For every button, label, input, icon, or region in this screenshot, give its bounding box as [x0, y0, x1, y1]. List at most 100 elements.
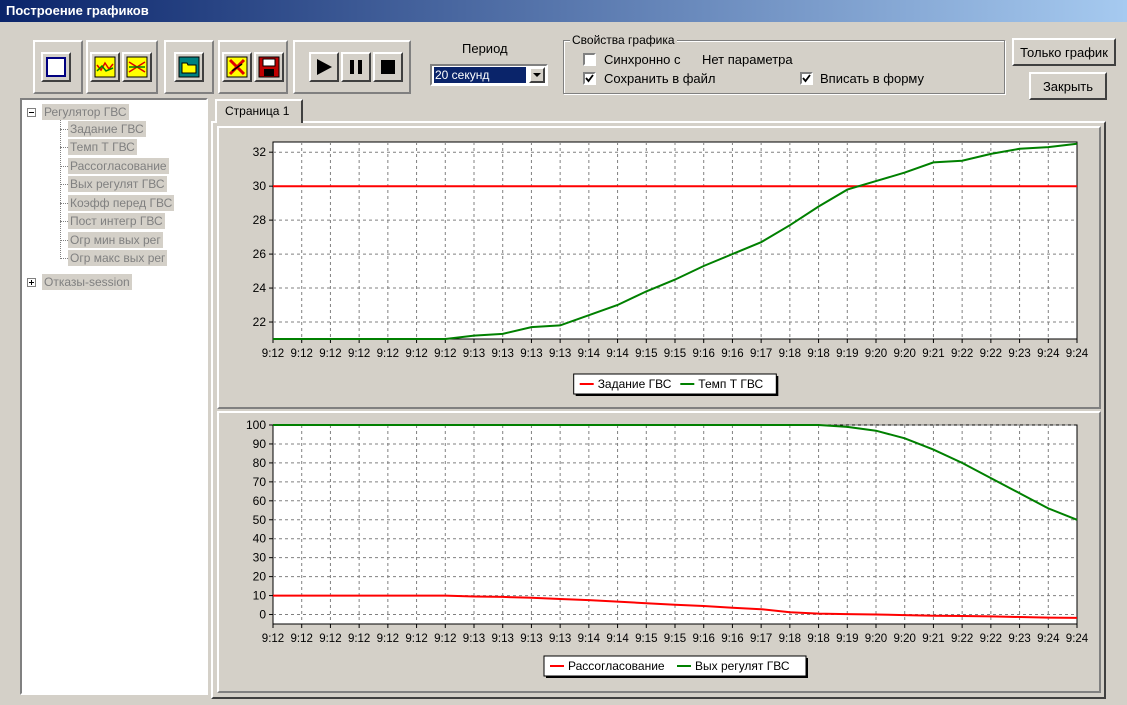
- sync-checkbox[interactable]: [583, 53, 596, 66]
- y-tick-label: 0: [259, 608, 266, 622]
- y-tick-label: 26: [253, 247, 267, 261]
- x-tick-label: 9:18: [807, 633, 829, 645]
- new-chart-button[interactable]: [41, 52, 71, 82]
- x-tick-label: 9:22: [980, 633, 1002, 645]
- chart-wave-icon: [94, 56, 116, 78]
- fit-to-form-checkbox[interactable]: [800, 72, 813, 85]
- save-button[interactable]: [254, 52, 284, 82]
- tree-node-child[interactable]: Огр макс вых рег: [68, 250, 168, 266]
- tree-node-child[interactable]: Рассогласование: [68, 158, 169, 174]
- tree-node-child[interactable]: Коэфф перед ГВС: [68, 195, 175, 211]
- tree-node-child[interactable]: Темп Т ГВС: [68, 139, 137, 155]
- legend-label: Темп Т ГВС: [698, 377, 763, 391]
- y-tick-label: 40: [253, 532, 267, 546]
- x-tick-label: 9:16: [721, 633, 743, 645]
- stop-icon: [381, 60, 395, 74]
- open-button[interactable]: [174, 52, 204, 82]
- play-button[interactable]: [309, 52, 339, 82]
- period-dropdown-button[interactable]: [529, 67, 545, 83]
- y-tick-label: 80: [253, 456, 267, 470]
- toolbar-group-new: [33, 40, 83, 94]
- x-tick-label: 9:18: [779, 348, 801, 360]
- delete-chart-button[interactable]: [222, 52, 252, 82]
- check-icon: [802, 74, 811, 83]
- x-tick-label: 9:18: [779, 633, 801, 645]
- x-tick-label: 9:13: [549, 633, 571, 645]
- x-tick-label: 9:20: [894, 348, 916, 360]
- toolbar-group-chart-type: [86, 40, 158, 94]
- x-tick-label: 9:13: [520, 633, 542, 645]
- check-icon: [585, 74, 594, 83]
- x-tick-label: 9:12: [405, 633, 427, 645]
- y-tick-label: 90: [253, 437, 267, 451]
- x-tick-label: 9:17: [750, 633, 772, 645]
- chart-cross-button[interactable]: [122, 52, 152, 82]
- tree-node-child[interactable]: Вых регулят ГВС: [68, 176, 167, 192]
- period-value: 20 секунд: [434, 67, 526, 83]
- pause-button[interactable]: [341, 52, 371, 82]
- period-select[interactable]: 20 секунд: [430, 64, 548, 86]
- y-tick-label: 20: [253, 570, 267, 584]
- y-tick-label: 50: [253, 513, 267, 527]
- x-tick-label: 9:22: [951, 348, 973, 360]
- x-tick-label: 9:13: [463, 348, 485, 360]
- tab-page-1[interactable]: Страница 1: [215, 99, 303, 123]
- x-tick-label: 9:12: [291, 633, 313, 645]
- tree-connector: [60, 120, 61, 257]
- collapse-icon[interactable]: [27, 108, 36, 117]
- window-title-bar: Построение графиков: [0, 0, 1127, 22]
- x-tick-label: 9:16: [693, 348, 715, 360]
- x-tick-label: 9:20: [865, 633, 887, 645]
- tree-node-root[interactable]: Отказы-session: [42, 274, 132, 290]
- only-chart-button[interactable]: Только график: [1012, 38, 1116, 66]
- y-tick-label: 24: [253, 281, 267, 295]
- chart-cross-icon: [126, 56, 148, 78]
- legend-label: Вых регулят ГВС: [695, 659, 790, 673]
- sync-param-value: Нет параметра: [702, 52, 793, 67]
- y-tick-label: 70: [253, 475, 267, 489]
- y-tick-label: 100: [246, 418, 266, 432]
- x-tick-label: 9:13: [520, 348, 542, 360]
- tree-node-child[interactable]: Пост интегр ГВС: [68, 213, 165, 229]
- x-tick-label: 9:12: [319, 633, 341, 645]
- x-tick-label: 9:15: [635, 348, 657, 360]
- toolbar-group-open: [164, 40, 214, 94]
- expand-icon[interactable]: [27, 278, 36, 287]
- x-tick-label: 9:24: [1037, 633, 1060, 645]
- chart-wave-button[interactable]: [90, 52, 120, 82]
- x-tick-label: 9:12: [319, 348, 341, 360]
- x-tick-label: 9:13: [549, 348, 571, 360]
- pause-icon: [350, 60, 362, 74]
- close-button[interactable]: Закрыть: [1029, 72, 1107, 100]
- x-tick-label: 9:17: [750, 348, 772, 360]
- x-tick-label: 9:12: [348, 348, 370, 360]
- y-tick-label: 30: [253, 551, 267, 565]
- x-tick-label: 9:14: [578, 633, 601, 645]
- delete-chart-icon: [226, 56, 248, 78]
- x-tick-label: 9:19: [836, 348, 858, 360]
- tree-node-child[interactable]: Огр мин вых рег: [68, 232, 163, 248]
- period-label: Период: [462, 41, 508, 56]
- play-icon: [317, 59, 332, 75]
- x-tick-label: 9:22: [980, 348, 1002, 360]
- x-tick-label: 9:23: [1008, 633, 1030, 645]
- x-tick-label: 9:12: [377, 348, 399, 360]
- x-tick-label: 9:23: [1008, 348, 1030, 360]
- stop-button[interactable]: [373, 52, 403, 82]
- chart-svg: 0 10 20 30 40 50 60 70 80 90 100 9:12 9:12 9:12 9:12 9:…: [246, 418, 1089, 678]
- legend-label: Задание ГВС: [598, 377, 672, 391]
- x-tick-label: 9:20: [894, 633, 916, 645]
- chart-properties-legend: Свойства графика: [570, 33, 677, 47]
- tree-node-child[interactable]: Задание ГВС: [68, 121, 146, 137]
- x-tick-label: 9:12: [291, 348, 313, 360]
- x-tick-label: 9:14: [606, 633, 629, 645]
- toolbar-group-playback: [293, 40, 411, 94]
- x-tick-label: 9:24: [1066, 348, 1089, 360]
- window-title: Построение графиков: [6, 3, 149, 18]
- parameter-tree[interactable]: Регулятор ГВС Задание ГВС Темп Т ГВС Рас…: [20, 98, 208, 695]
- tree-node-root[interactable]: Регулятор ГВС: [42, 104, 129, 120]
- save-to-file-checkbox[interactable]: [583, 72, 596, 85]
- chart-svg: 22 24 26 28 30 32 9:12 9:12 9:12 9:12 9:12 9:12 9:12…: [253, 141, 1089, 396]
- x-tick-label: 9:20: [865, 348, 887, 360]
- toolbar-group-file: [218, 40, 288, 94]
